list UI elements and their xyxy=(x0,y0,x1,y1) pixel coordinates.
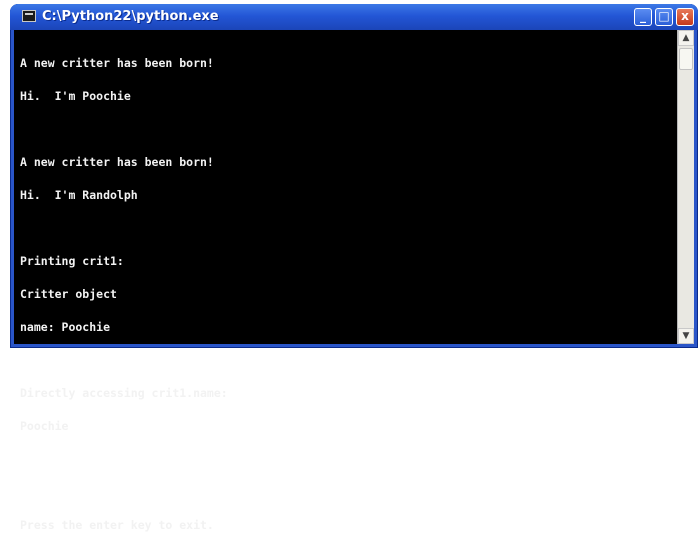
console-line: Printing crit1: xyxy=(20,254,124,268)
maximize-button[interactable]: □ xyxy=(655,8,673,26)
scroll-thumb[interactable] xyxy=(679,48,693,70)
console-window: C:\Python22\python.exe _ □ x A new critt… xyxy=(10,4,698,531)
console-output: A new critter has been born! Hi. I'm Poo… xyxy=(20,36,670,531)
close-button[interactable]: x xyxy=(676,8,694,26)
title-bar[interactable]: C:\Python22\python.exe _ □ x xyxy=(10,4,698,30)
console-line: A new critter has been born! xyxy=(20,56,214,70)
scroll-down-button[interactable]: ▼ xyxy=(678,328,694,344)
console-line: Poochie xyxy=(20,419,69,433)
console-client-area[interactable]: A new critter has been born! Hi. I'm Poo… xyxy=(14,30,694,531)
console-line: Directly accessing crit1.name: xyxy=(20,386,228,400)
minimize-button[interactable]: _ xyxy=(634,8,652,26)
window-title: C:\Python22\python.exe xyxy=(42,9,219,24)
console-line: Press the enter key to exit. xyxy=(20,518,214,532)
console-line: Hi. I'm Randolph xyxy=(20,188,138,202)
console-app-icon[interactable] xyxy=(22,10,36,22)
vertical-scrollbar[interactable]: ▲ ▼ xyxy=(677,30,694,344)
console-line: Critter object xyxy=(20,287,117,301)
console-line: name: Poochie xyxy=(20,320,111,334)
console-line: A new critter has been born! xyxy=(20,155,214,169)
scroll-up-button[interactable]: ▲ xyxy=(678,30,694,46)
console-line: Hi. I'm Poochie xyxy=(20,89,131,103)
